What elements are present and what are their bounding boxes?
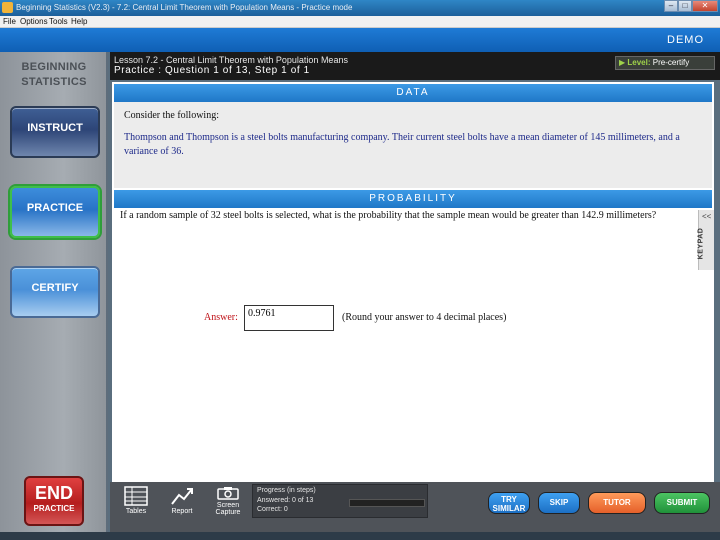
- level-indicator: ▶ Level: Pre-certify: [615, 56, 715, 70]
- end-practice-button[interactable]: END PRACTICE: [24, 476, 84, 526]
- play-arrow-icon: ▶: [619, 58, 626, 67]
- correct-count: Correct: 0: [257, 506, 288, 513]
- progress-bar: [349, 499, 425, 507]
- data-section-header: DATA: [114, 84, 712, 102]
- screen-capture-button[interactable]: Screen Capture: [206, 484, 250, 522]
- answer-label: Answer:: [204, 312, 238, 323]
- minimize-icon[interactable]: –: [664, 0, 678, 12]
- probability-section-header: PROBABILITY: [114, 190, 712, 208]
- lesson-header: Lesson 7.2 - Central Limit Theorem with …: [110, 52, 720, 80]
- similar-label: SIMILAR: [492, 504, 526, 513]
- top-banner: DEMO: [0, 28, 720, 52]
- data-box: Consider the following: Thompson and Tho…: [114, 102, 712, 188]
- bottom-toolbar: Tables Report Screen Capture Progress (i…: [110, 482, 720, 532]
- practice-button[interactable]: PRACTICE: [10, 186, 100, 238]
- capture-label-1: Screen: [216, 502, 240, 509]
- level-label: Level:: [627, 58, 651, 67]
- tutor-button[interactable]: TUTOR: [588, 492, 646, 514]
- progress-title: Progress (in steps): [257, 487, 316, 494]
- report-button[interactable]: Report: [160, 484, 204, 522]
- level-value: Pre-certify: [652, 58, 690, 67]
- app-icon: [2, 2, 13, 13]
- demo-label: DEMO: [667, 34, 704, 46]
- answer-input[interactable]: 0.9761: [244, 305, 334, 331]
- menu-tools[interactable]: Tools: [49, 17, 68, 26]
- brand-logo: BEGINNING STATISTICS: [0, 60, 108, 90]
- keypad-expand-icon: <<: [702, 212, 712, 221]
- trend-chart-icon: [171, 488, 193, 505]
- tables-button[interactable]: Tables: [114, 484, 158, 522]
- end-label: END: [34, 483, 73, 503]
- tables-label: Tables: [125, 508, 147, 515]
- window-title: Beginning Statistics (V2.3) - 7.2: Centr…: [16, 3, 353, 12]
- table-icon: [124, 486, 148, 506]
- progress-panel: Progress (in steps) Answered: 0 of 13 Co…: [252, 484, 428, 518]
- keypad-tab[interactable]: << KEYPAD: [697, 210, 714, 270]
- footer-strip: [0, 532, 720, 540]
- camera-icon: [217, 487, 239, 500]
- brand-line2: STATISTICS: [21, 76, 87, 88]
- question-step: Practice : Question 1 of 13, Step 1 of 1: [114, 65, 310, 76]
- certify-button[interactable]: CERTIFY: [10, 266, 100, 318]
- consider-text: Consider the following:: [124, 110, 219, 121]
- try-similar-button[interactable]: TRY SIMILAR: [488, 492, 530, 514]
- window-titlebar: Beginning Statistics (V2.3) - 7.2: Centr…: [0, 0, 720, 16]
- menu-bar: File Options Tools Help: [0, 16, 720, 28]
- brand-line1: BEGINNING: [21, 61, 87, 73]
- submit-button[interactable]: SUBMIT: [654, 492, 710, 514]
- question-text: If a random sample of 32 steel bolts is …: [120, 210, 657, 221]
- menu-help[interactable]: Help: [71, 17, 87, 26]
- try-label: TRY: [501, 495, 517, 504]
- maximize-icon[interactable]: □: [678, 0, 692, 12]
- capture-label-2: Capture: [215, 509, 241, 516]
- menu-file[interactable]: File: [3, 17, 16, 26]
- skip-button[interactable]: SKIP: [538, 492, 580, 514]
- report-label: Report: [171, 508, 193, 515]
- problem-text: Thompson and Thompson is a steel bolts m…: [124, 132, 680, 157]
- lesson-title: Lesson 7.2 - Central Limit Theorem with …: [114, 55, 348, 65]
- answered-count: Answered: 0 of 13: [257, 497, 314, 504]
- keypad-label: KEYPAD: [697, 227, 705, 260]
- content-panel: DATA Consider the following: Thompson an…: [112, 82, 714, 482]
- menu-options[interactable]: Options: [20, 17, 48, 26]
- end-sublabel: PRACTICE: [33, 504, 75, 513]
- instruct-button[interactable]: INSTRUCT: [10, 106, 100, 158]
- rounding-note: (Round your answer to 4 decimal places): [342, 312, 507, 323]
- sidebar: BEGINNING STATISTICS INSTRUCT PRACTICE C…: [0, 52, 108, 532]
- close-icon[interactable]: ✕: [692, 0, 718, 12]
